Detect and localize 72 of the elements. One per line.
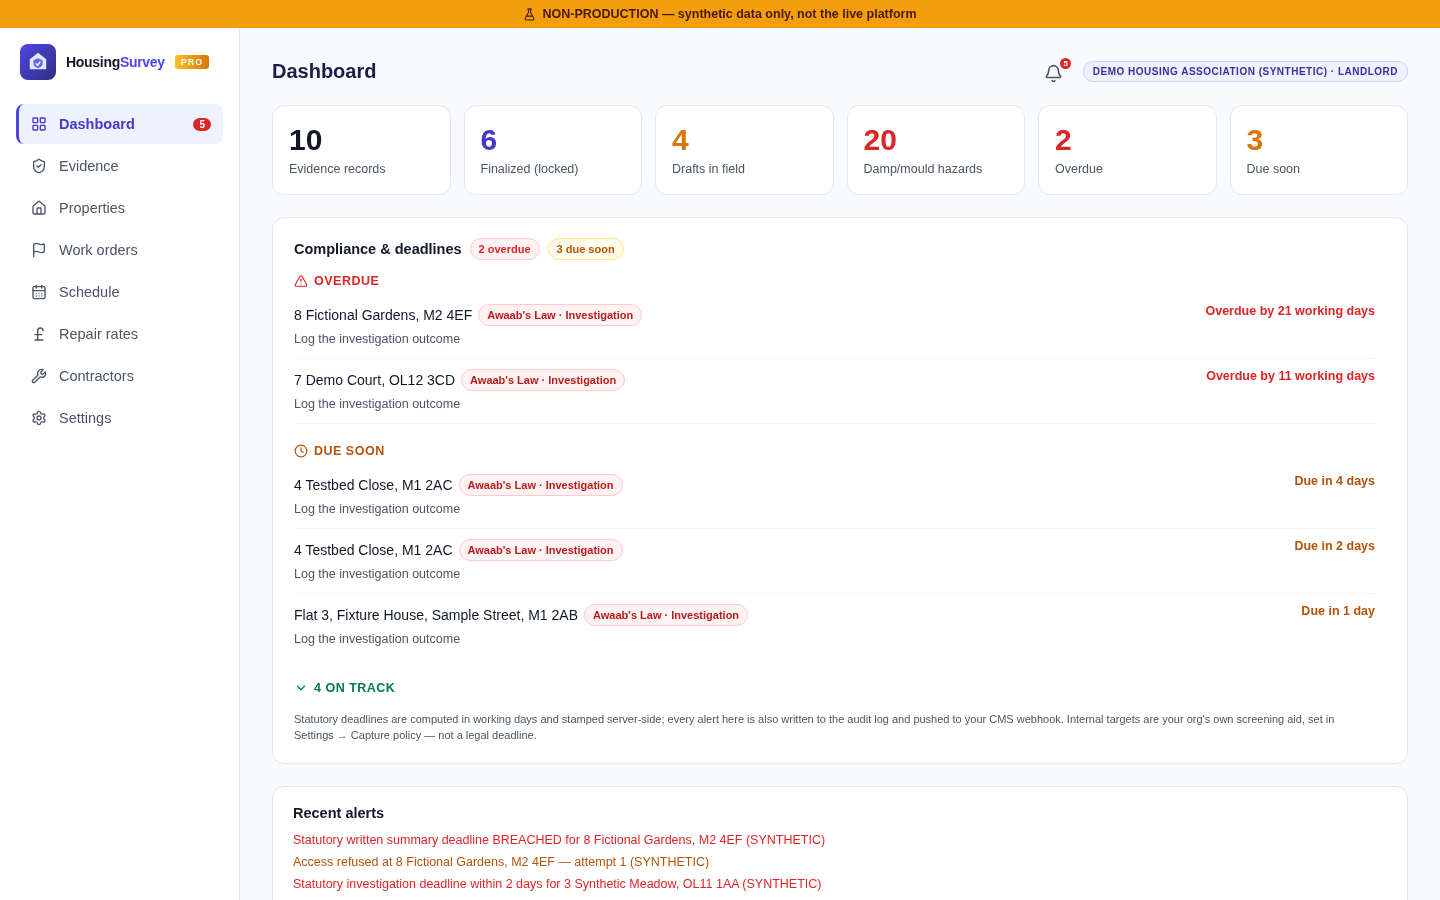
sidebar-item[interactable]: Work orders (16, 230, 223, 270)
count-badge: 2 overdue (469, 238, 540, 260)
regulation-tag: Awaab's Law · Investigation (584, 604, 749, 626)
deadline-text: Overdue by 21 working days (1205, 304, 1375, 318)
action-text: Log the investigation outcome (294, 567, 462, 581)
stat-label: Drafts in field (672, 162, 746, 176)
stat-value: 20 (863, 124, 898, 156)
notification-count: 5 (1060, 58, 1071, 69)
banner-text: NON-PRODUCTION — synthetic data only, not the live platform (542, 7, 917, 21)
count-badge: 5 (193, 117, 211, 131)
calendar-icon (31, 284, 47, 300)
grid-icon (31, 116, 47, 132)
settings-icon (31, 410, 47, 426)
action-text: Log the investigation outcome (294, 332, 462, 346)
notifications-button[interactable]: 5 (1041, 58, 1071, 85)
pro-badge: PRO (174, 55, 210, 69)
stat-label: Evidence records (289, 162, 387, 176)
sidebar-item[interactable]: Dashboard 5 (16, 104, 223, 144)
logo-icon (20, 44, 56, 80)
stat-value: 3 (1246, 124, 1265, 156)
action-text: Log the investigation outcome (294, 632, 462, 646)
warning-icon (294, 274, 308, 288)
property-address: 4 Testbed Close, M1 2AC (294, 477, 453, 493)
regulation-tag: Awaab's Law · Investigation (458, 474, 623, 496)
property-address: 7 Demo Court, OL12 3CD (294, 372, 456, 388)
brand-name: HousingSurvey (66, 54, 165, 70)
on-track-toggle[interactable]: 4 ON TRACK (294, 681, 396, 695)
page-title: Dashboard (272, 60, 377, 83)
sidebar-item[interactable]: Repair rates (16, 314, 223, 354)
stat-label: Overdue (1055, 162, 1104, 176)
stat-value: 4 (672, 124, 690, 156)
footnote: Statutory deadlines are computed in working days and stamped server-side; every alert here is also written to the audit log and pushed to your CMS webhook. Internal targets are your org's own screening aid, set in Settings → Capture policy — not a legal deadline. (294, 712, 1336, 743)
alert-link[interactable]: Statutory investigation deadline within 2 days for 3 Synthetic Meadow, OL11 1AA (SYNTHETIC) (293, 873, 1387, 895)
deadline-text: Overdue by 11 working days (1206, 369, 1375, 383)
stat-value: 6 (480, 124, 499, 156)
shield-icon (31, 158, 47, 174)
panel-title: Compliance & deadlines (294, 241, 462, 257)
section-heading: OVERDUE (314, 274, 380, 288)
stat-label: Finalized (locked) (480, 162, 580, 176)
regulation-tag: Awaab's Law · Investigation (478, 304, 643, 326)
wrench-icon (31, 368, 47, 384)
deadline-text: Due in 1 day (1301, 604, 1375, 618)
sidebar-item[interactable]: Settings (16, 398, 223, 438)
flask-icon (523, 7, 537, 21)
stat-value: 2 (1055, 124, 1073, 156)
flag-icon (31, 242, 47, 258)
deadline-text: Due in 4 days (1294, 474, 1375, 488)
action-text: Log the investigation outcome (294, 502, 462, 516)
property-address: 4 Testbed Close, M1 2AC (294, 542, 453, 558)
alert-link[interactable]: Statutory written summary deadline BREACHED for 8 Fictional Gardens, M2 4EF (SYNTHETIC) (293, 829, 1387, 851)
deadline-text: Due in 2 days (1294, 539, 1375, 553)
clock-icon (294, 444, 308, 458)
house-icon (31, 200, 47, 216)
property-address: 8 Fictional Gardens, M2 4EF (294, 307, 473, 323)
action-text: Log the investigation outcome (294, 397, 462, 411)
stat-value: 10 (289, 124, 324, 156)
sidebar-item[interactable]: Schedule (16, 272, 223, 312)
pound-icon (31, 326, 47, 342)
count-badge: 3 due soon (547, 238, 624, 260)
property-address: Flat 3, Fixture House, Sample Street, M1 2AB (294, 607, 578, 623)
section-heading: DUE SOON (314, 444, 385, 458)
stat-label: Due soon (1246, 162, 1301, 176)
regulation-tag: Awaab's Law · Investigation (458, 539, 623, 561)
bell-icon (1043, 64, 1063, 83)
sidebar-item[interactable]: Contractors (16, 356, 223, 396)
stat-label: Damp/mould hazards (863, 162, 984, 176)
organisation-badge: DEMO HOUSING ASSOCIATION (SYNTHETIC) · LANDLORD (1082, 61, 1408, 82)
sidebar-item[interactable]: Properties (16, 188, 223, 228)
panel-title: Recent alerts (293, 805, 386, 821)
regulation-tag: Awaab's Law · Investigation (461, 369, 626, 391)
sidebar-item[interactable]: Evidence (16, 146, 223, 186)
alert-link[interactable]: Access refused at 8 Fictional Gardens, M2 4EF — attempt 1 (SYNTHETIC) (293, 851, 1387, 873)
